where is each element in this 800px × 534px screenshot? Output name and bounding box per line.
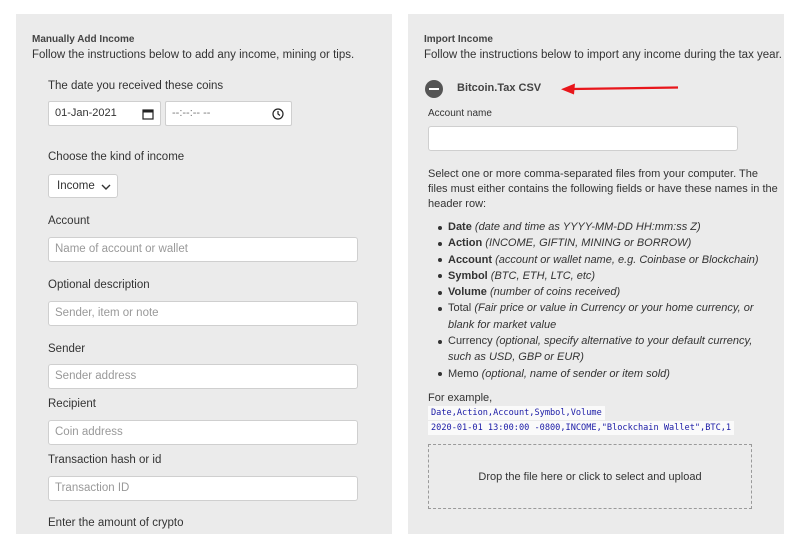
field-item: Symbol (BTC, ETH, LTC, etc) — [436, 268, 766, 284]
income-kind-value: Income — [57, 180, 95, 192]
example-header: Date,Action,Account,Symbol,Volume — [428, 406, 605, 420]
example-row: 2020-01-01 13:00:00 -0800,INCOME,"Blockc… — [428, 421, 735, 435]
time-value: --:--:-- -- — [172, 107, 211, 119]
dropzone-text: Drop the file here or click to select an… — [478, 471, 702, 483]
import-income-panel: Import Income Follow the instructions be… — [408, 14, 784, 534]
chevron-down-icon — [101, 184, 111, 190]
csv-fields-list: Date (date and time as YYYY-MM-DD HH:mm:… — [436, 219, 766, 382]
description-label: Optional description — [48, 279, 150, 291]
collapse-minus-icon[interactable] — [425, 80, 443, 98]
account-name-input[interactable] — [428, 126, 738, 151]
recipient-input[interactable]: Coin address — [48, 420, 358, 445]
time-input[interactable]: --:--:-- -- — [165, 101, 292, 126]
example-label: For example, — [428, 392, 493, 404]
txhash-label: Transaction hash or id — [48, 454, 162, 466]
import-instructions: Select one or more comma-separated files… — [428, 168, 778, 210]
income-kind-select[interactable]: Income — [48, 174, 118, 198]
amount-label: Enter the amount of crypto — [48, 517, 184, 529]
clock-icon[interactable] — [272, 108, 284, 120]
sender-input[interactable]: Sender address — [48, 364, 358, 389]
field-item: Memo (optional, name of sender or item s… — [436, 366, 766, 382]
description-input[interactable]: Sender, item or note — [48, 301, 358, 326]
calendar-icon[interactable] — [142, 108, 154, 120]
kind-label: Choose the kind of income — [48, 151, 185, 163]
field-item: Date (date and time as YYYY-MM-DD HH:mm:… — [436, 219, 766, 235]
manual-income-panel: Manually Add Income Follow the instructi… — [16, 14, 392, 534]
file-dropzone[interactable]: Drop the file here or click to select an… — [428, 444, 752, 509]
field-item: Currency (optional, specify alternative … — [436, 333, 766, 366]
field-item: Total (Fair price or value in Currency o… — [436, 300, 766, 333]
csv-format-title: Bitcoin.Tax CSV — [457, 82, 542, 94]
recipient-label: Recipient — [48, 398, 96, 410]
manual-income-title: Manually Add Income — [32, 34, 135, 45]
import-income-subtitle: Follow the instructions below to import … — [424, 49, 782, 61]
red-arrow-annotation — [561, 83, 679, 95]
sender-label: Sender — [48, 343, 86, 355]
date-value: 01-Jan-2021 — [55, 107, 117, 119]
field-item: Volume (number of coins received) — [436, 284, 766, 300]
txhash-input[interactable]: Transaction ID — [48, 476, 358, 501]
account-input[interactable]: Name of account or wallet — [48, 237, 358, 262]
field-item: Action (INCOME, GIFTIN, MINING or BORROW… — [436, 235, 766, 251]
date-input[interactable]: 01-Jan-2021 — [48, 101, 161, 126]
account-label: Account — [48, 215, 90, 227]
import-income-title: Import Income — [424, 34, 493, 45]
date-label: The date you received these coins — [48, 80, 224, 92]
field-item: Account (account or wallet name, e.g. Co… — [436, 252, 766, 268]
manual-income-subtitle: Follow the instructions below to add any… — [32, 49, 355, 61]
account-name-label: Account name — [428, 108, 492, 119]
